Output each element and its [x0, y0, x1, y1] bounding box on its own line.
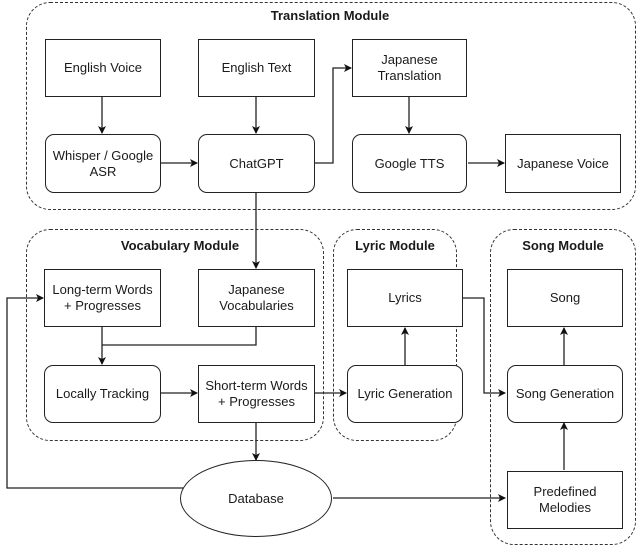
- japanese-translation-node: Japanese Translation: [352, 39, 467, 97]
- edge-chatgpt-translation: [315, 64, 352, 164]
- english-voice-node: English Voice: [45, 39, 161, 97]
- predefined-melodies-node: Predefined Melodies: [507, 471, 623, 529]
- song-node: Song: [507, 269, 623, 327]
- lyrics-node: Lyrics: [347, 269, 463, 327]
- short-term-words-node: Short-term Words + Progresses: [198, 365, 315, 423]
- database-node: Database: [180, 460, 332, 537]
- japanese-vocabularies-node: Japanese Vocabularies: [198, 269, 315, 327]
- english-text-node: English Text: [198, 39, 315, 97]
- edge-vocabularies-tracking: [102, 327, 257, 346]
- locally-tracking-node: Locally Tracking: [44, 365, 161, 423]
- google-tts-node: Google TTS: [352, 134, 467, 193]
- long-term-words-node: Long-term Words + Progresses: [44, 269, 161, 327]
- chatgpt-node: ChatGPT: [198, 134, 315, 193]
- japanese-voice-node: Japanese Voice: [505, 134, 621, 193]
- edge-lyrics-songgen: [463, 297, 506, 397]
- song-generation-node: Song Generation: [507, 365, 623, 423]
- whisper-asr-node: Whisper / Google ASR: [45, 134, 161, 193]
- lyric-generation-node: Lyric Generation: [347, 365, 463, 423]
